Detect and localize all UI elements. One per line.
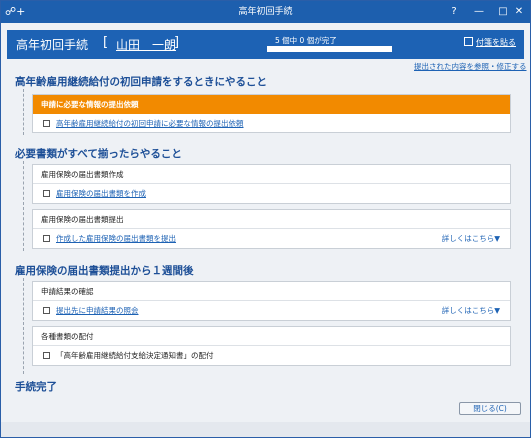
task-label: 「高年齢雇用継続給付支給決定通知書」の配付 — [56, 351, 214, 360]
procedure-title: 高年初回手続 — [16, 38, 89, 52]
progress-bar — [267, 46, 392, 52]
sticky-note-icon — [464, 37, 473, 46]
section-heading-one-week-after: 雇用保険の届出書類提出から１週間後 — [15, 265, 194, 277]
task-row: 雇用保険の届出書類を作成 — [33, 184, 510, 204]
section-heading-initial-application: 高年齢雇用継続給付の初回申請をするときにやること — [15, 76, 267, 88]
title-bar: ☍+ 高年初回手続 ? — □ ✕ — [1, 1, 530, 23]
task-link[interactable]: 提出先に申請結果の照会 — [56, 306, 139, 315]
task-card-info-request: 申請に必要な情報の提出依頼 高年齢雇用継続給付の初回申請に必要な情報の提出依頼 — [32, 94, 511, 133]
card-title: 雇用保険の届出書類提出 — [33, 210, 510, 229]
help-icon[interactable]: ? — [442, 1, 466, 23]
bracket-open: [ — [103, 35, 109, 50]
card-title: 申請結果の確認 — [33, 282, 510, 301]
card-title: 申請に必要な情報の提出依頼 — [33, 95, 510, 114]
flow-connector — [23, 89, 24, 135]
task-card-submit-forms: 雇用保険の届出書類提出 作成した雇用保険の届出書類を提出 詳しくはこちら▼ — [32, 209, 511, 249]
flow-connector — [23, 278, 24, 374]
reference-edit-link[interactable]: 提出された内容を参照・修正する — [414, 61, 527, 72]
task-card-distribute-documents: 各種書類の配付 「高年齢雇用継続給付支給決定通知書」の配付 — [32, 326, 511, 366]
details-link[interactable]: 詳しくはこちら▼ — [442, 301, 500, 321]
task-checkbox[interactable] — [43, 352, 50, 359]
task-link[interactable]: 高年齢雇用継続給付の初回申請に必要な情報の提出依頼 — [56, 119, 244, 128]
procedure-header: 高年初回手続 [ 山田 一朗 ] 5 個中 0 個が完了 付箋を貼る — [7, 30, 524, 59]
card-title: 雇用保険の届出書類作成 — [33, 165, 510, 184]
task-checkbox[interactable] — [43, 190, 50, 197]
task-link[interactable]: 作成した雇用保険の届出書類を提出 — [56, 234, 176, 243]
flow-connector — [23, 161, 24, 251]
sticky-note-label: 付箋を貼る — [476, 38, 516, 47]
footer-bar — [1, 422, 530, 437]
user-name-link[interactable]: 山田 一朗 — [116, 36, 176, 53]
task-card-create-forms: 雇用保険の届出書類作成 雇用保険の届出書類を作成 — [32, 164, 511, 204]
details-link[interactable]: 詳しくはこちら▼ — [442, 229, 500, 249]
task-row: 作成した雇用保険の届出書類を提出 詳しくはこちら▼ — [33, 229, 510, 249]
minimize-button[interactable]: — — [467, 1, 491, 23]
progress-text: 5 個中 0 個が完了 — [275, 36, 337, 45]
task-checkbox[interactable] — [43, 307, 50, 314]
close-window-button[interactable]: ✕ — [507, 1, 531, 23]
task-checkbox[interactable] — [43, 120, 50, 127]
task-row: 「高年齢雇用継続給付支給決定通知書」の配付 — [33, 346, 510, 366]
bracket-close: ] — [174, 35, 180, 50]
main-window: ☍+ 高年初回手続 ? — □ ✕ 高年初回手続 [ 山田 一朗 ] 5 個中 … — [0, 0, 531, 438]
sticky-note-button[interactable]: 付箋を貼る — [464, 37, 516, 48]
section-heading-documents-ready: 必要書類がすべて揃ったらやること — [15, 148, 182, 160]
completion-heading: 手続完了 — [15, 381, 57, 393]
task-link[interactable]: 雇用保険の届出書類を作成 — [56, 189, 146, 198]
card-title: 各種書類の配付 — [33, 327, 510, 346]
task-row: 高年齢雇用継続給付の初回申請に必要な情報の提出依頼 — [33, 114, 510, 134]
task-card-check-result: 申請結果の確認 提出先に申請結果の照会 詳しくはこちら▼ — [32, 281, 511, 321]
task-row: 提出先に申請結果の照会 詳しくはこちら▼ — [33, 301, 510, 321]
close-button[interactable]: 閉じる(C) — [459, 402, 521, 415]
task-checkbox[interactable] — [43, 235, 50, 242]
progress-indicator: 5 個中 0 個が完了 — [267, 35, 392, 54]
